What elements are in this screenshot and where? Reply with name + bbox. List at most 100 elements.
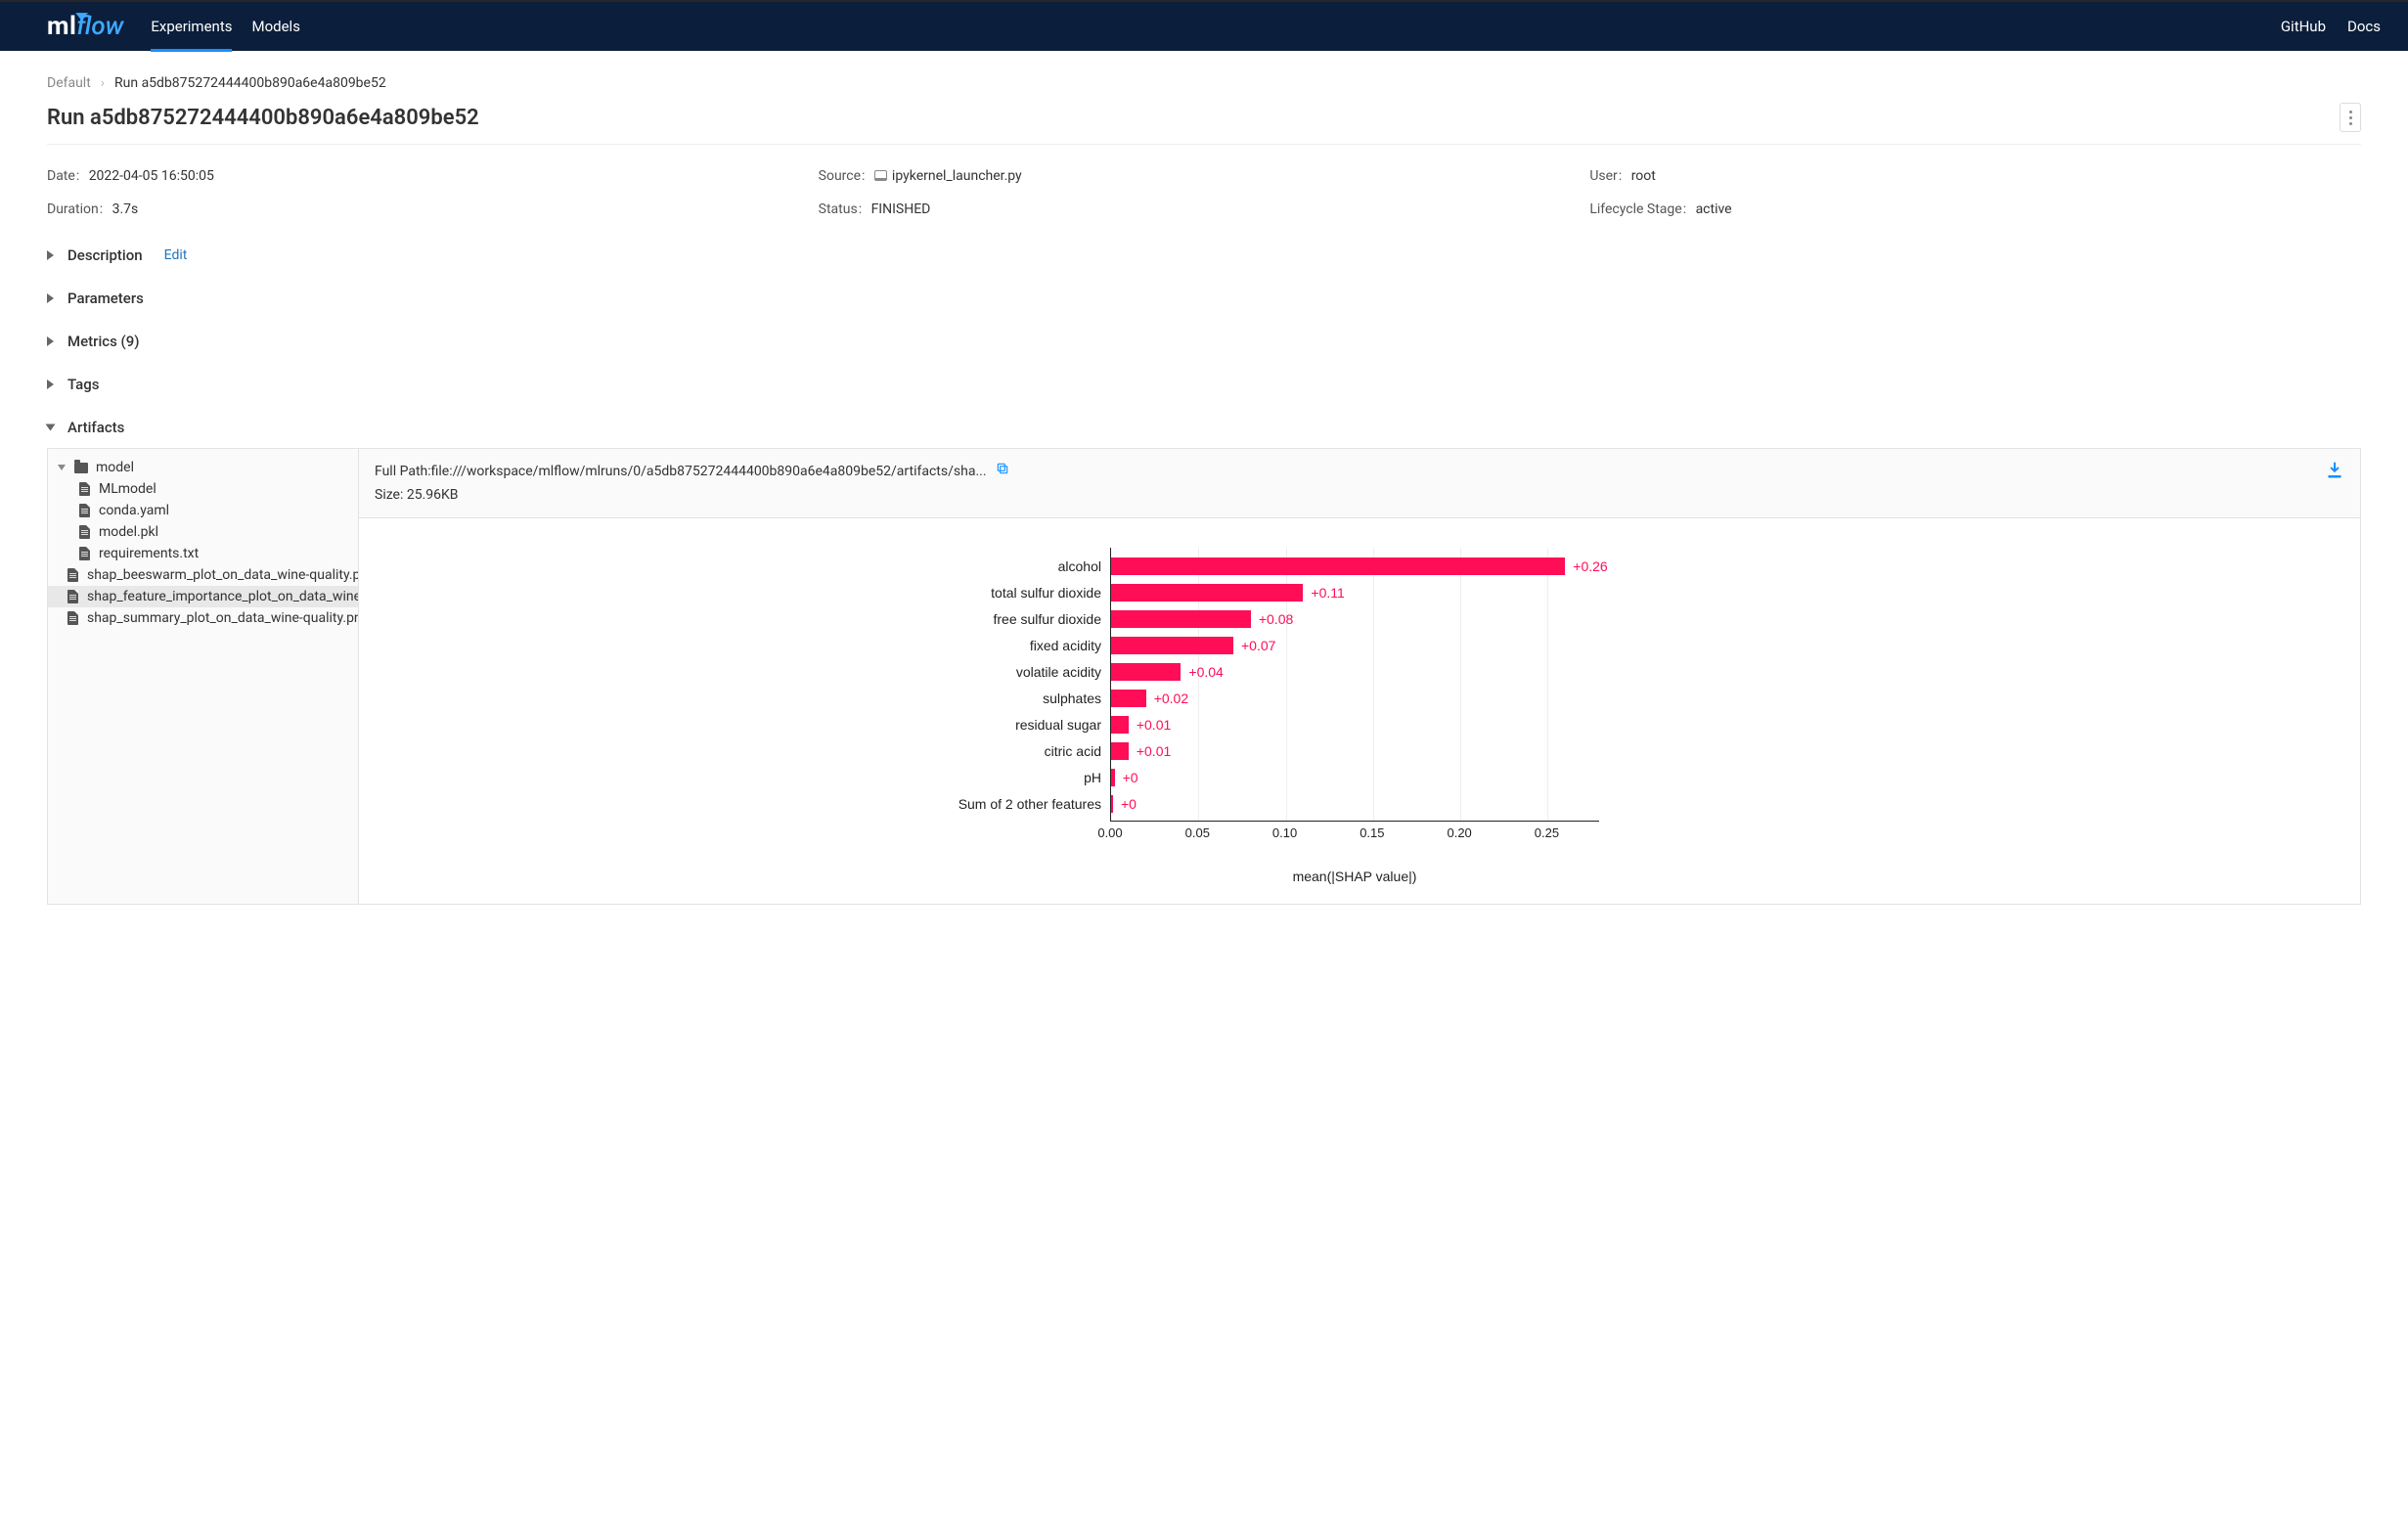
folder-icon (74, 461, 88, 474)
mlflow-logo[interactable]: mlflow⏷ (47, 12, 123, 41)
caret-right-icon (47, 336, 54, 346)
chart-category-label: citric acid (925, 743, 1101, 759)
chart-xtick: 0.05 (1185, 825, 1210, 840)
chart-bar-row: volatile acidity+0.04 (1111, 659, 1224, 685)
file-icon (66, 611, 79, 625)
chart-xtick: 0.00 (1097, 825, 1122, 840)
chart-xlabel: mean(|SHAP value|) (1110, 869, 1599, 884)
file-icon (66, 590, 79, 603)
nav-models[interactable]: Models (251, 2, 299, 51)
kebab-icon (2349, 111, 2352, 125)
section-parameters[interactable]: Parameters (47, 290, 2361, 307)
page-title: Run a5db875272444400b890a6e4a809be52 (47, 106, 479, 130)
chart-value-label: +0.02 (1154, 691, 1188, 706)
chart-category-label: volatile acidity (925, 664, 1101, 680)
chart-value-label: +0.07 (1241, 638, 1275, 653)
nav-docs[interactable]: Docs (2347, 18, 2381, 35)
chart-bar (1111, 637, 1233, 654)
nav-experiments[interactable]: Experiments (151, 2, 232, 51)
chart-value-label: +0.04 (1188, 664, 1223, 680)
chart-xtick: 0.15 (1360, 825, 1384, 840)
chart-bar (1111, 690, 1146, 707)
tree-file-label: model.pkl (99, 524, 158, 540)
chart-bar-row: residual sugar+0.01 (1111, 712, 1171, 737)
shap-bar-chart: alcohol+0.26total sulfur dioxide+0.11fre… (934, 548, 1785, 884)
chart-bar-row: alcohol+0.26 (1111, 554, 1608, 579)
tree-file-label: shap_beeswarm_plot_on_data_wine-quality.… (87, 567, 359, 583)
chart-xtick: 0.25 (1535, 825, 1559, 840)
chart-value-label: +0 (1123, 770, 1138, 785)
edit-description-link[interactable]: Edit (164, 247, 188, 263)
chart-bar-row: fixed acidity+0.07 (1111, 633, 1275, 658)
chart-category-label: sulphates (925, 691, 1101, 706)
tree-file[interactable]: conda.yaml (48, 500, 358, 521)
caret-down-icon (56, 465, 67, 470)
file-icon (77, 525, 91, 539)
artifact-tree: model MLmodelconda.yaml model.pkl requireme… (48, 449, 359, 904)
meta-lifecycle: Lifecycle Stage active (1589, 201, 2361, 217)
tree-file[interactable]: shap_beeswarm_plot_on_data_wine-quality.… (48, 564, 358, 586)
chart-bar-row: Sum of 2 other features+0 (1111, 791, 1137, 817)
breadcrumb-root[interactable]: Default (47, 75, 91, 91)
meta-duration: Duration 3.7s (47, 201, 819, 217)
caret-right-icon (47, 293, 54, 303)
nav-github[interactable]: GitHub (2281, 18, 2326, 35)
meta-status: Status FINISHED (819, 201, 1590, 217)
chevron-right-icon: › (101, 75, 105, 91)
file-icon (77, 482, 91, 496)
breadcrumb-current: Run a5db875272444400b890a6e4a809be52 (114, 75, 386, 91)
chart-bar (1111, 769, 1115, 786)
chart-xtick: 0.10 (1272, 825, 1297, 840)
chart-category-label: total sulfur dioxide (925, 585, 1101, 601)
chart-bar (1111, 584, 1303, 602)
chart-category-label: fixed acidity (925, 638, 1101, 653)
chart-xtick: 0.20 (1447, 825, 1471, 840)
chart-bar (1111, 663, 1181, 681)
chart-bar-row: free sulfur dioxide+0.08 (1111, 606, 1293, 632)
file-icon (77, 547, 91, 560)
chart-bar (1111, 742, 1129, 760)
caret-down-icon (46, 424, 56, 431)
artifacts-panel: model MLmodelconda.yaml model.pkl requireme… (47, 448, 2361, 905)
breadcrumb: Default › Run a5db875272444400b890a6e4a8… (47, 75, 2361, 91)
laptop-icon (874, 170, 887, 181)
chart-bar (1111, 795, 1113, 813)
chart-category-label: free sulfur dioxide (925, 611, 1101, 627)
chart-bar (1111, 557, 1565, 575)
chart-category-label: residual sugar (925, 717, 1101, 733)
chart-bar-row: citric acid+0.01 (1111, 738, 1171, 764)
download-button[interactable] (2325, 461, 2344, 484)
section-metrics[interactable]: Metrics (9) (47, 333, 2361, 350)
file-icon (77, 504, 91, 517)
chart-value-label: +0.08 (1259, 611, 1293, 627)
copy-icon[interactable] (996, 464, 1009, 479)
caret-right-icon (47, 250, 54, 260)
tree-folder[interactable]: model (48, 457, 358, 478)
chart-category-label: pH (925, 770, 1101, 785)
caret-right-icon (47, 379, 54, 389)
tree-file[interactable]: shap_feature_importance_plot_on_data_win… (48, 586, 358, 607)
tree-folder-label: model (96, 460, 134, 475)
full-path-label: Full Path: (375, 464, 431, 479)
tree-file[interactable]: MLmodel (48, 478, 358, 500)
size-label: Size: (375, 487, 403, 503)
chart-value-label: +0 (1121, 796, 1137, 812)
tree-file[interactable]: model.pkl (48, 521, 358, 543)
section-artifacts[interactable]: Artifacts (47, 419, 2361, 436)
chart-category-label: Sum of 2 other features (925, 796, 1101, 812)
meta-date: Date 2022-04-05 16:50:05 (47, 168, 819, 184)
tree-file-label: requirements.txt (99, 546, 199, 561)
tree-file[interactable]: requirements.txt (48, 543, 358, 564)
chart-bar-row: sulphates+0.02 (1111, 686, 1188, 711)
chart-bar-row: total sulfur dioxide+0.11 (1111, 580, 1345, 605)
more-actions-button[interactable] (2340, 103, 2361, 132)
chart-value-label: +0.26 (1573, 558, 1607, 574)
section-description[interactable]: Description Edit (47, 246, 2361, 264)
section-tags[interactable]: Tags (47, 376, 2361, 393)
chart-bar (1111, 716, 1129, 734)
meta-user: User root (1589, 168, 2361, 184)
size-value: 25.96KB (407, 487, 459, 503)
tree-file[interactable]: shap_summary_plot_on_data_wine-quality.p… (48, 607, 358, 629)
tree-file-label: shap_summary_plot_on_data_wine-quality.p… (87, 610, 359, 626)
chart-value-label: +0.01 (1137, 717, 1171, 733)
